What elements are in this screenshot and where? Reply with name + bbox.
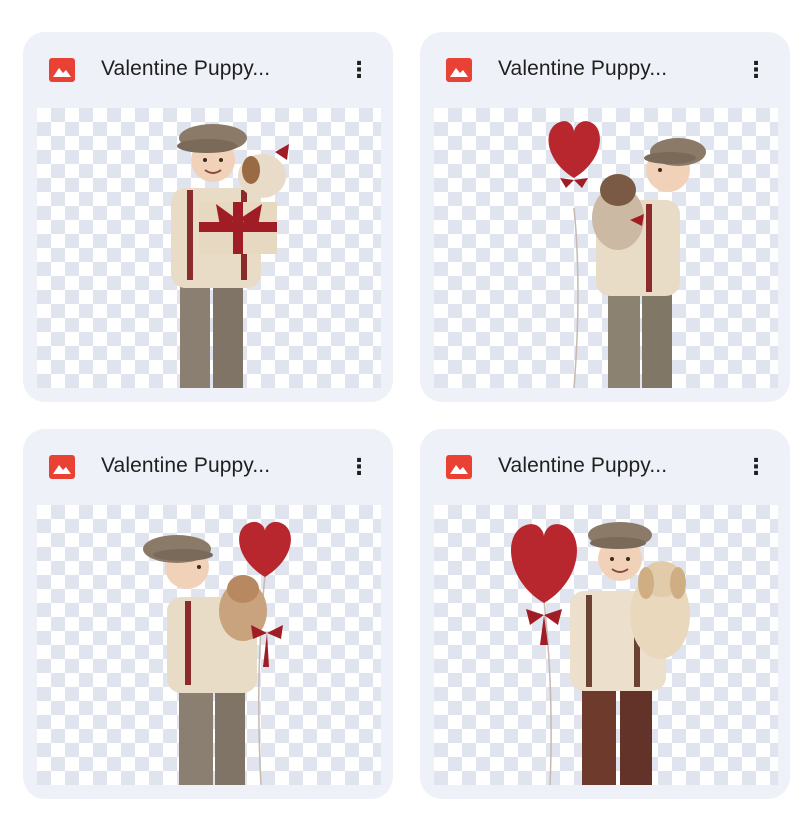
image-file-icon	[49, 455, 75, 479]
file-title[interactable]: Valentine Puppy...	[101, 57, 321, 81]
boy-with-puppy-and-gift-image	[171, 124, 289, 388]
file-card-header: Valentine Puppy... ⋮	[23, 429, 393, 505]
boy-with-puppy-and-balloon-image	[143, 521, 291, 785]
boy-with-puppy-and-balloon-image	[548, 121, 706, 388]
more-vert-icon[interactable]: ⋮	[343, 449, 375, 485]
file-title[interactable]: Valentine Puppy...	[498, 454, 718, 478]
file-thumbnail[interactable]	[37, 505, 381, 785]
file-card[interactable]: Valentine Puppy... ⋮	[420, 32, 790, 402]
file-thumbnail[interactable]	[37, 108, 381, 388]
file-grid: Valentine Puppy... ⋮ Valentine Puppy... …	[0, 0, 806, 814]
file-card-header: Valentine Puppy... ⋮	[420, 429, 790, 505]
more-vert-icon[interactable]: ⋮	[740, 449, 772, 485]
file-card[interactable]: Valentine Puppy... ⋮	[23, 429, 393, 799]
file-title[interactable]: Valentine Puppy...	[498, 57, 718, 81]
file-thumbnail[interactable]	[434, 505, 778, 785]
file-title[interactable]: Valentine Puppy...	[101, 454, 321, 478]
image-file-icon	[446, 455, 472, 479]
file-thumbnail[interactable]	[434, 108, 778, 388]
image-file-icon	[446, 58, 472, 82]
more-vert-icon[interactable]: ⋮	[343, 52, 375, 88]
file-card[interactable]: Valentine Puppy... ⋮	[23, 32, 393, 402]
file-card[interactable]: Valentine Puppy... ⋮	[420, 429, 790, 799]
boy-with-puppy-and-balloon-image	[511, 522, 690, 785]
file-card-header: Valentine Puppy... ⋮	[23, 32, 393, 108]
file-card-header: Valentine Puppy... ⋮	[420, 32, 790, 108]
more-vert-icon[interactable]: ⋮	[740, 52, 772, 88]
image-file-icon	[49, 58, 75, 82]
